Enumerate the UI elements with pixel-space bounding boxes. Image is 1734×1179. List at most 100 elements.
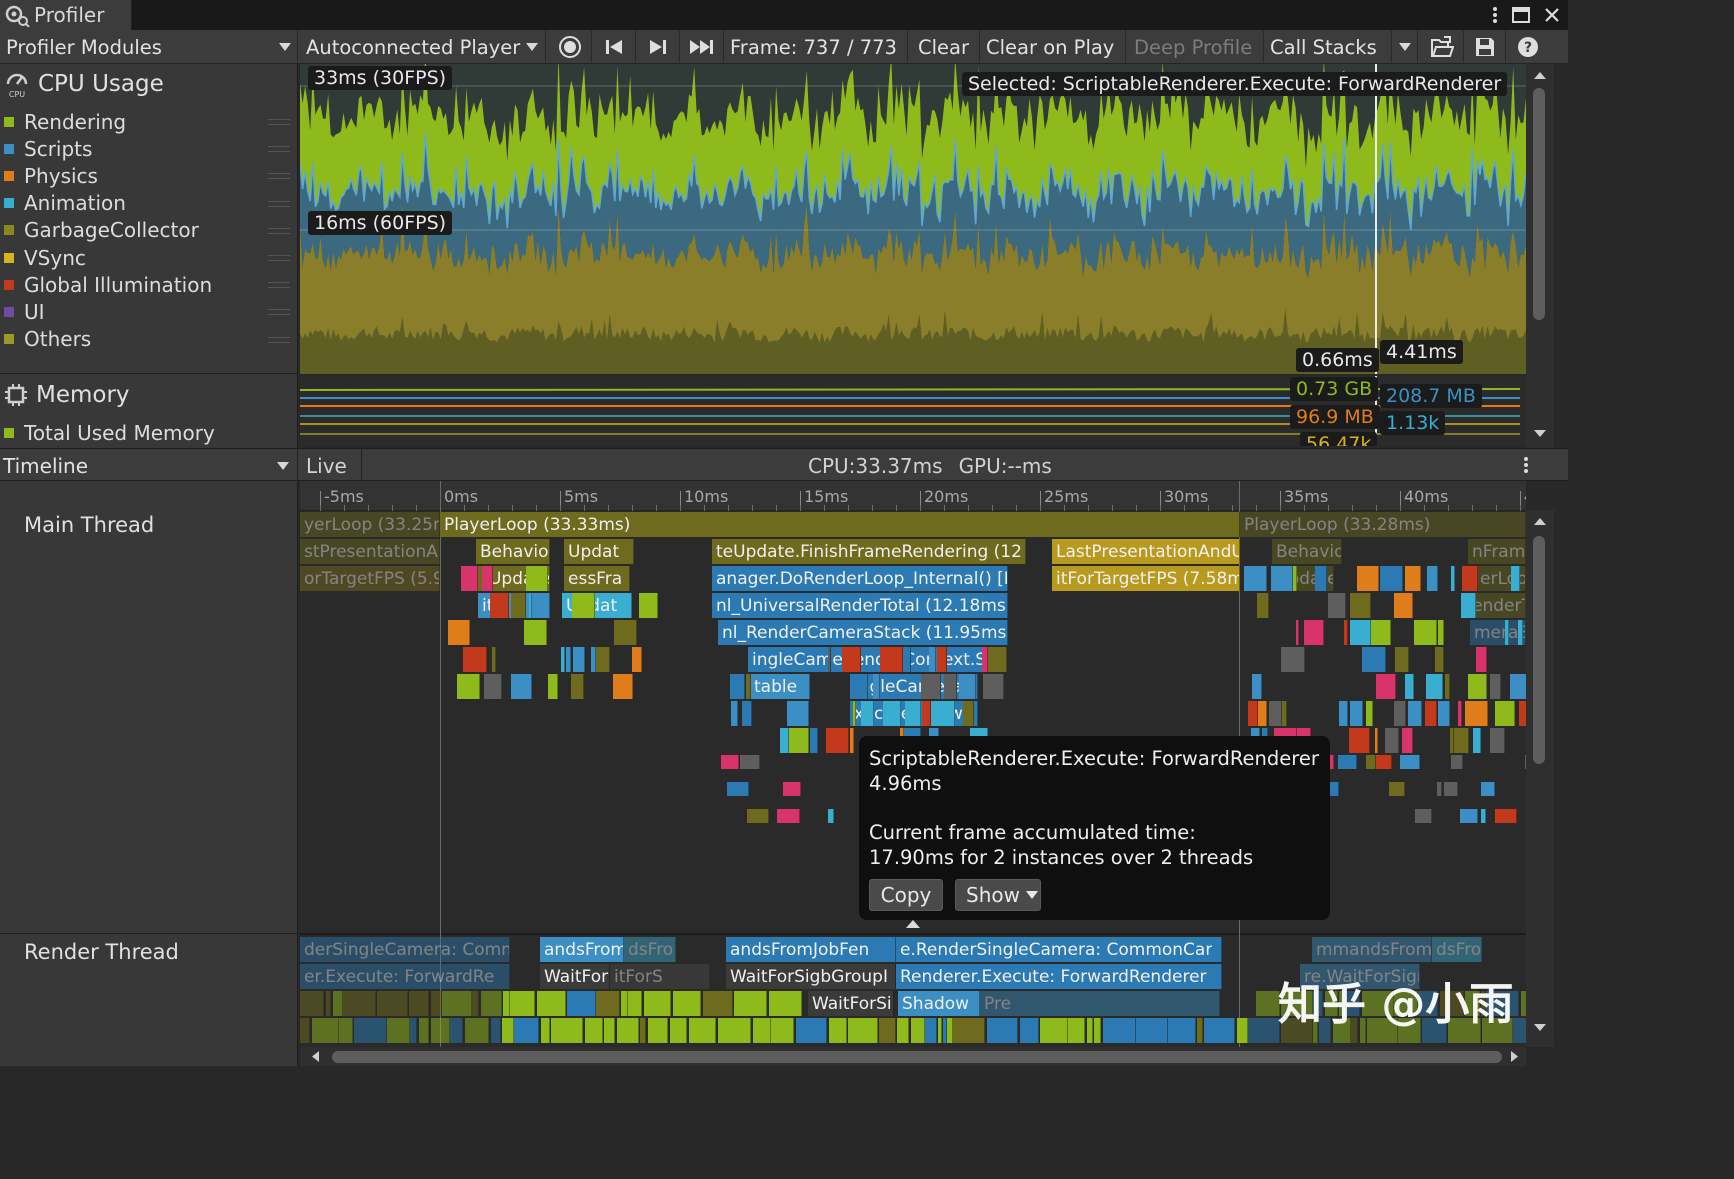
timeline-slice[interactable] <box>648 1018 668 1043</box>
more-vertical-icon[interactable] <box>1523 455 1529 475</box>
timeline-slice[interactable] <box>300 991 324 1016</box>
timeline-slice[interactable] <box>1304 620 1324 645</box>
timeline-slice[interactable] <box>1425 701 1437 726</box>
live-toggle[interactable]: Live <box>300 449 362 482</box>
timeline-sample[interactable]: Behavio <box>1272 539 1342 564</box>
timeline-slice[interactable] <box>511 593 526 618</box>
timeline-slice[interactable] <box>472 991 479 1016</box>
timeline-slice[interactable] <box>1468 674 1487 699</box>
timeline-slice[interactable] <box>1040 1018 1068 1043</box>
legend-total-used-memory[interactable]: Total Used Memory <box>4 419 215 446</box>
timeline-sample[interactable]: Updat <box>564 539 634 564</box>
timeline-slice[interactable] <box>731 701 738 726</box>
timeline-slice[interactable] <box>1505 620 1509 645</box>
timeline-slice[interactable] <box>1376 755 1392 769</box>
timeline-slice[interactable] <box>585 1018 603 1043</box>
timeline-slice[interactable] <box>573 647 585 672</box>
timeline-slice[interactable] <box>548 674 558 699</box>
timeline-sample[interactable]: WaitForSigbGroupI <box>726 964 896 989</box>
call-stacks-toggle[interactable]: Call Stacks <box>1264 30 1392 64</box>
timeline-slice[interactable] <box>481 991 502 1016</box>
timeline-slice[interactable] <box>377 991 408 1016</box>
timeline-slice[interactable] <box>1473 728 1481 753</box>
timeline-slice[interactable] <box>1510 674 1526 699</box>
timeline-slice[interactable] <box>1451 755 1463 769</box>
timeline-slice[interactable] <box>1426 674 1443 699</box>
timeline-scrollbar[interactable] <box>1526 510 1554 1047</box>
timeline-slice[interactable] <box>1513 1018 1526 1043</box>
timeline-slice[interactable] <box>883 701 901 726</box>
scroll-left-icon[interactable] <box>308 1047 322 1066</box>
timeline-slice[interactable] <box>326 991 331 1016</box>
timeline-sample[interactable]: teUpdate.FinishFrameRendering (12 <box>712 539 1026 564</box>
timeline-slice[interactable] <box>848 1018 878 1043</box>
timeline-slice[interactable] <box>510 991 535 1016</box>
timeline-slice[interactable] <box>524 620 547 645</box>
timeline-slice[interactable] <box>903 647 911 672</box>
timeline-slice[interactable] <box>1476 647 1487 672</box>
timeline-sample[interactable]: WaitForSi <box>808 991 894 1016</box>
timeline-slice[interactable] <box>1481 809 1486 823</box>
timeline-slice[interactable] <box>853 701 856 726</box>
timeline-slice[interactable] <box>461 566 478 591</box>
drag-handle-icon[interactable] <box>268 309 290 316</box>
timeline-sample[interactable]: er.Execute: ForwardRe <box>300 964 510 989</box>
timeline-slice[interactable] <box>777 809 800 823</box>
timeline-slice[interactable] <box>1282 701 1287 726</box>
timeline-slice[interactable] <box>922 701 931 726</box>
timeline-slice[interactable] <box>842 647 861 672</box>
timeline-slice[interactable] <box>537 991 566 1016</box>
timeline-sample[interactable]: dsFro <box>624 937 676 962</box>
timeline-slice[interactable] <box>1445 674 1450 699</box>
timeline-sample[interactable]: enderT <box>1468 593 1526 618</box>
call-stacks-dropdown[interactable] <box>1392 30 1418 64</box>
clear-on-play-toggle[interactable]: Clear on Play <box>980 30 1126 64</box>
timeline-slice[interactable] <box>566 647 571 672</box>
timeline-slice[interactable] <box>1405 566 1421 591</box>
timeline-slice[interactable] <box>1136 1018 1168 1043</box>
timeline-slice[interactable] <box>632 647 642 672</box>
timeline-slice[interactable] <box>1438 701 1450 726</box>
timeline-slice[interactable] <box>721 755 739 769</box>
timeline-slice[interactable] <box>1465 701 1488 726</box>
timeline-slice[interactable] <box>938 1018 942 1043</box>
timeline-slice[interactable] <box>670 1018 687 1043</box>
timeline-slice[interactable] <box>1244 566 1267 591</box>
timeline-slice[interactable] <box>571 674 584 699</box>
timeline-sample[interactable]: Behavio <box>476 539 550 564</box>
save-button[interactable] <box>1464 30 1506 64</box>
timeline-slice[interactable] <box>703 991 733 1016</box>
timeline-slice[interactable] <box>1414 620 1437 645</box>
maximize-icon[interactable] <box>1512 7 1530 23</box>
timeline-slice[interactable] <box>1204 1018 1235 1043</box>
timeline-slice[interactable] <box>1444 782 1458 796</box>
timeline-slice[interactable] <box>861 701 874 726</box>
timeline-slice[interactable] <box>409 991 429 1016</box>
timeline-slice[interactable] <box>925 1018 937 1043</box>
timeline-slice[interactable] <box>551 1018 583 1043</box>
timeline-slice[interactable] <box>491 1018 501 1043</box>
timeline-sample[interactable]: anager.DoRenderLoop_Internal() [I <box>712 566 1008 591</box>
timeline-slice[interactable] <box>640 1018 646 1043</box>
timeline-slice[interactable] <box>1103 1018 1136 1043</box>
timeline-sample[interactable]: table <box>750 674 810 699</box>
close-icon[interactable] <box>1544 7 1560 23</box>
drag-handle-icon[interactable] <box>268 146 290 153</box>
timeline-sample[interactable]: essFra <box>564 566 630 591</box>
timeline-slice[interactable] <box>1328 593 1346 618</box>
timeline-slice[interactable] <box>1087 1018 1093 1043</box>
timeline-slice[interactable] <box>1237 1018 1248 1043</box>
timeline-slice[interactable] <box>1394 701 1406 726</box>
timeline-slice[interactable] <box>448 620 470 645</box>
timeline-slice[interactable] <box>1068 1018 1085 1043</box>
timeline-slice[interactable] <box>1438 620 1444 645</box>
timeline-slice[interactable] <box>897 1018 909 1043</box>
legend-vsync[interactable]: VSync <box>4 244 86 271</box>
timeline-sample[interactable]: orTargetFPS (5.9 <box>300 566 440 591</box>
memory-module[interactable]: Memory <box>0 382 130 408</box>
timeline-slice[interactable] <box>1395 647 1409 672</box>
timeline-slice[interactable] <box>482 566 493 591</box>
next-frame-button[interactable] <box>636 30 680 64</box>
drag-handle-icon[interactable] <box>268 255 290 261</box>
record-button[interactable] <box>548 30 592 64</box>
